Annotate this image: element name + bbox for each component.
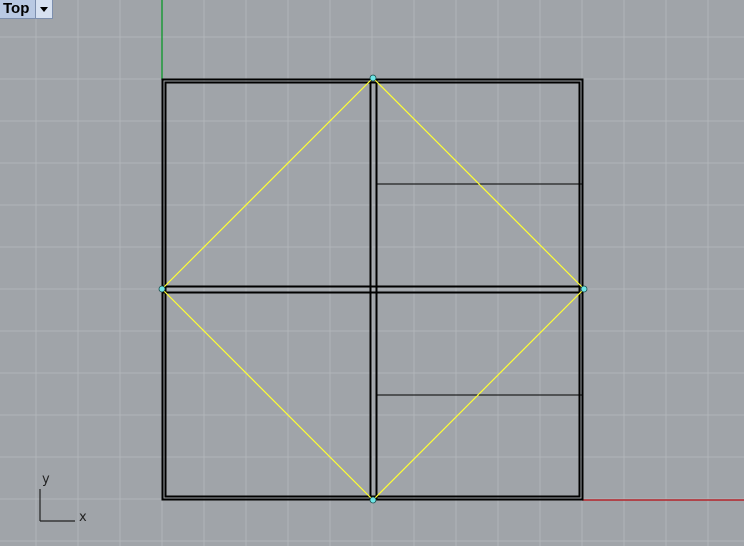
control-point-left[interactable] [158, 285, 166, 293]
chevron-down-icon[interactable] [35, 0, 53, 18]
control-point-bottom[interactable] [369, 496, 377, 504]
control-point-top[interactable] [369, 74, 377, 82]
control-point-right[interactable] [580, 285, 588, 293]
top-viewport[interactable]: y x Top [0, 0, 744, 546]
axes-widget [39, 489, 75, 522]
viewport-canvas[interactable] [0, 0, 744, 546]
axes-widget-y-label: y [42, 472, 50, 487]
viewport-title[interactable]: Top [0, 0, 35, 18]
axes-widget-x-label: x [79, 510, 87, 525]
viewport-title-tab[interactable]: Top [0, 0, 54, 19]
